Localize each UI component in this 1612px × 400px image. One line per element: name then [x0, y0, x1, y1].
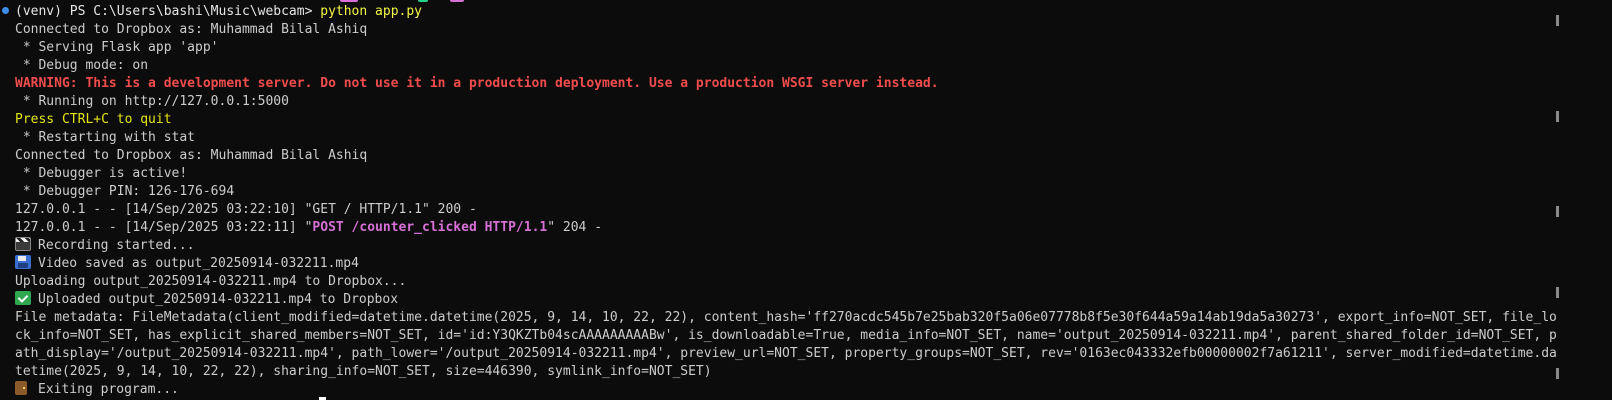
output-line: * Serving Flask app 'app' [15, 40, 219, 55]
scroll-overview-marks [1556, 0, 1562, 400]
metadata-line: ck_info=NOT_SET, has_explicit_shared_mem… [15, 328, 1557, 343]
prompt-status-dot-icon [2, 7, 9, 14]
output-line: Uploaded output_20250914-032211.mp4 to D… [15, 291, 1586, 309]
check-mark-icon [15, 291, 31, 305]
metadata-line: ath_display='/output_20250914-032211.mp4… [15, 346, 1557, 361]
output-line: * Debugger PIN: 126-176-694 [15, 184, 235, 199]
output-line: Connected to Dropbox as: Muhammad Bilal … [15, 148, 368, 163]
command-text: python app.py [320, 4, 422, 19]
output-line: Video saved as output_20250914-032211.mp… [15, 255, 1586, 273]
metadata-line: File metadata: FileMetadata(client_modif… [15, 310, 1557, 325]
metadata-line: tetime(2025, 9, 14, 10, 22, 22), sharing… [15, 364, 712, 379]
output-line: * Debugger is active! [15, 166, 188, 181]
request-log-line: 127.0.0.1 - - [14/Sep/2025 03:22:10] "GE… [15, 202, 477, 217]
scrollbar[interactable] [1586, 0, 1612, 400]
quit-hint-line: Press CTRL+C to quit [15, 112, 172, 127]
output-line: * Restarting with stat [15, 130, 196, 145]
terminal-output: (venv) PS C:\Users\bashi\Music\webcam> p… [15, 3, 1586, 399]
request-log-line: 127.0.0.1 - - [14/Sep/2025 03:22:11] "PO… [15, 220, 603, 235]
prompt-line: (venv) PS C:\Users\bashi\Music\webcam> p… [15, 4, 422, 19]
floppy-disk-icon [15, 255, 31, 269]
output-line: Uploading output_20250914-032211.mp4 to … [15, 274, 407, 289]
output-line: Exiting program... [15, 381, 1586, 399]
output-line: Connected to Dropbox as: Muhammad Bilal … [15, 22, 368, 37]
output-line: * Running on http://127.0.0.1:5000 [15, 94, 289, 109]
output-line: Recording started... [15, 237, 1586, 255]
top-scroll-remnant [340, 0, 480, 2]
warning-line: WARNING: This is a development server. D… [15, 76, 939, 91]
door-icon [15, 381, 27, 395]
output-line: * Debug mode: on [15, 58, 149, 73]
highlighted-request: POST /counter_clicked HTTP/1.1 [312, 220, 548, 235]
terminal-window[interactable]: (venv) PS C:\Users\bashi\Music\webcam> p… [0, 0, 1586, 400]
clapper-board-icon [15, 237, 31, 251]
